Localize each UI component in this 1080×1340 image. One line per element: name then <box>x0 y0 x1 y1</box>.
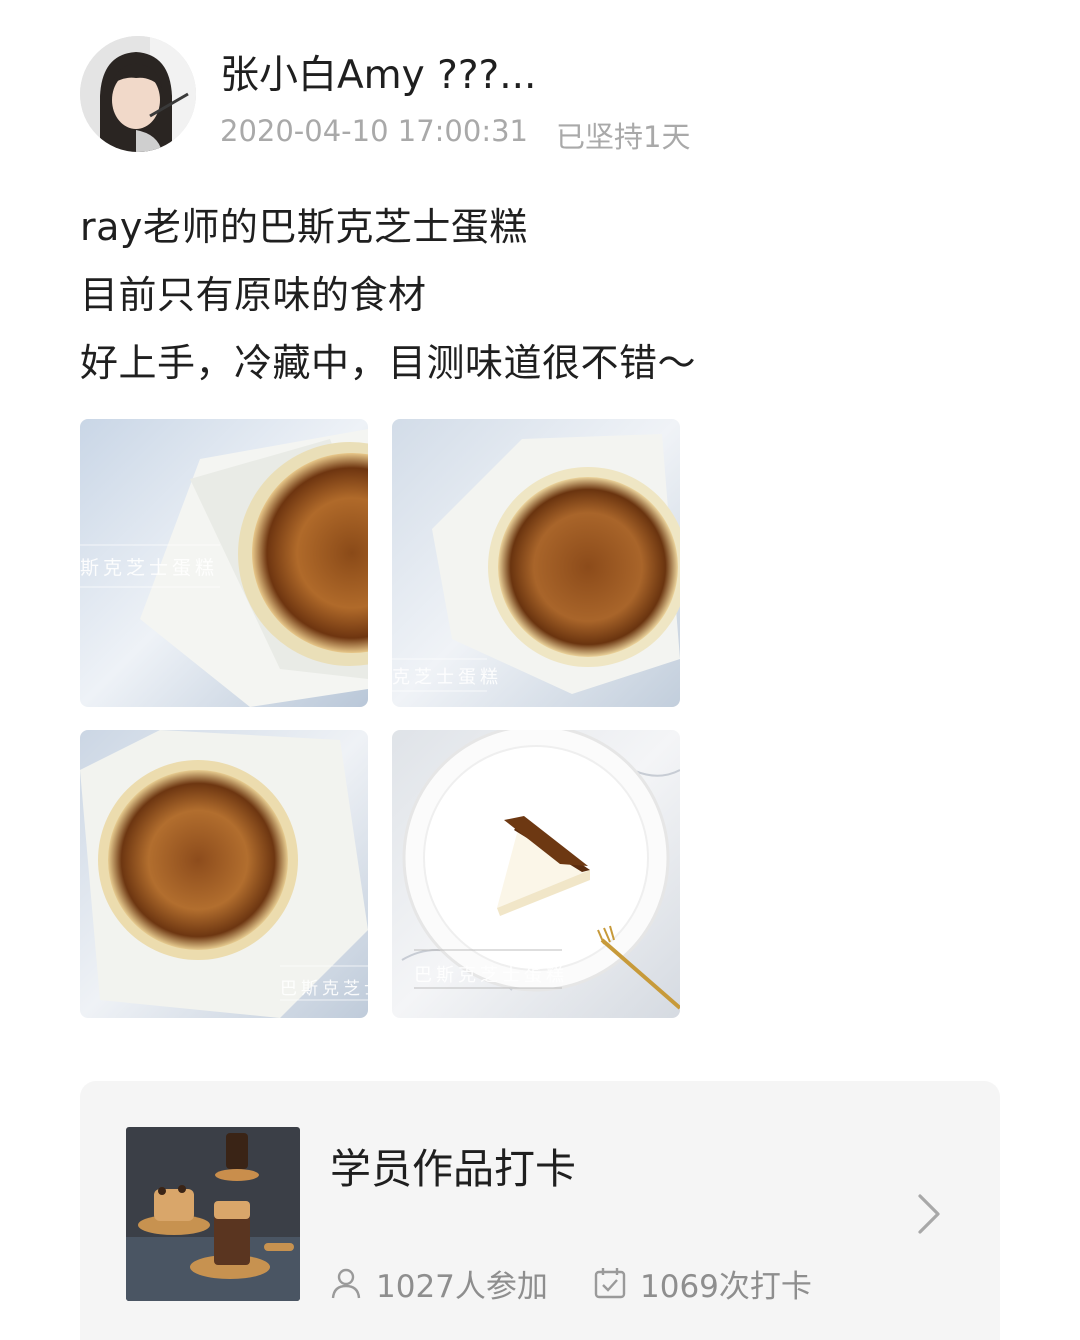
challenge-title[interactable]: 学员作品打卡 <box>330 1135 576 1195</box>
calendar-check-icon <box>594 1268 626 1299</box>
post-timestamp: 2020-04-10 17:00:31 <box>220 114 528 148</box>
checkins-count: 1069次打卡 <box>640 1268 812 1305</box>
post-text-line: 目前只有原味的食材 <box>80 273 427 317</box>
author-avatar[interactable] <box>80 36 196 152</box>
participants-count: 1027人参加 <box>376 1268 548 1305</box>
streak-label: 已坚持1天 <box>556 120 691 154</box>
post-text-line: ray老师的巴斯克芝士蛋糕 <box>80 205 528 249</box>
post-photo[interactable]: 巴斯克芝士 <box>80 730 368 1018</box>
photo-watermark: 斯克芝士蛋糕 <box>80 557 219 579</box>
user-icon <box>331 1268 361 1299</box>
chevron-right-icon[interactable] <box>912 1190 944 1238</box>
post-photo[interactable]: 克芝士蛋糕 <box>392 419 680 707</box>
author-name[interactable]: 张小白Amy ???... <box>220 44 536 100</box>
participants-stat: 1027人参加 <box>328 1262 548 1305</box>
checkins-stat: 1069次打卡 <box>592 1262 812 1305</box>
challenge-thumbnail[interactable] <box>126 1127 300 1301</box>
post-photo[interactable]: 斯克芝士蛋糕 <box>80 419 368 707</box>
photo-watermark: 克芝士蛋糕 <box>392 667 502 688</box>
post-photo[interactable]: 巴斯克芝士蛋糕 <box>392 730 680 1018</box>
photo-watermark: 巴斯克芝士 <box>280 979 368 999</box>
photo-watermark: 巴斯克芝士蛋糕 <box>414 965 568 986</box>
post-text-line: 好上手，冷藏中，目测味道很不错～ <box>80 341 697 385</box>
